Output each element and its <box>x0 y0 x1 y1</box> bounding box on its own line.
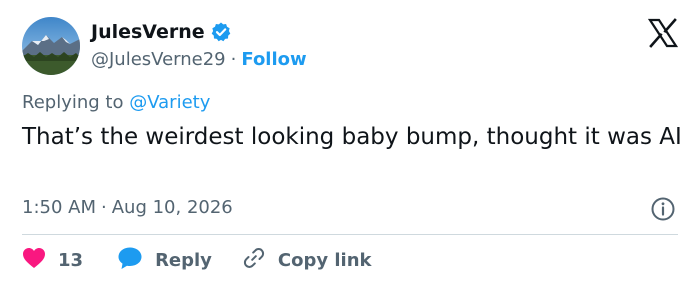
author-handle[interactable]: @JulesVerne29 <box>91 49 226 70</box>
replying-to: Replying to @Variety <box>22 92 210 113</box>
avatar-image <box>22 17 80 75</box>
tweet-date: Aug 10, 2026 <box>111 197 233 218</box>
timestamp-separator: · <box>101 197 107 218</box>
copy-link-label: Copy link <box>277 249 372 271</box>
like-button[interactable]: 13 <box>22 247 83 274</box>
replying-mention-link[interactable]: @Variety <box>129 92 210 113</box>
handle-separator: · <box>230 48 237 70</box>
author-handle-row: @JulesVerne29 · Follow <box>91 47 307 71</box>
divider <box>22 234 678 235</box>
author-display-name[interactable]: JulesVerne <box>91 21 205 43</box>
tweet-time: 1:50 AM <box>22 197 96 218</box>
replying-prefix: Replying to <box>22 92 124 113</box>
verified-badge-icon <box>210 21 232 43</box>
reply-label: Reply <box>155 249 212 271</box>
author-name-row: JulesVerne <box>91 19 232 45</box>
tweet-timestamp[interactable]: 1:50 AM · Aug 10, 2026 <box>22 197 233 218</box>
tweet-text: That’s the weirdest looking baby bump, t… <box>22 124 682 150</box>
reply-bubble-icon <box>117 246 143 275</box>
info-icon[interactable] <box>650 196 676 222</box>
like-count: 13 <box>58 249 84 271</box>
action-bar: 13 Reply Copy link <box>22 246 372 274</box>
link-icon <box>242 246 266 275</box>
x-logo-icon[interactable] <box>647 18 679 48</box>
avatar[interactable] <box>22 17 80 75</box>
heart-icon <box>22 247 46 274</box>
copy-link-button[interactable]: Copy link <box>242 246 372 275</box>
reply-button[interactable]: Reply <box>117 246 212 275</box>
follow-button[interactable]: Follow <box>241 49 306 70</box>
